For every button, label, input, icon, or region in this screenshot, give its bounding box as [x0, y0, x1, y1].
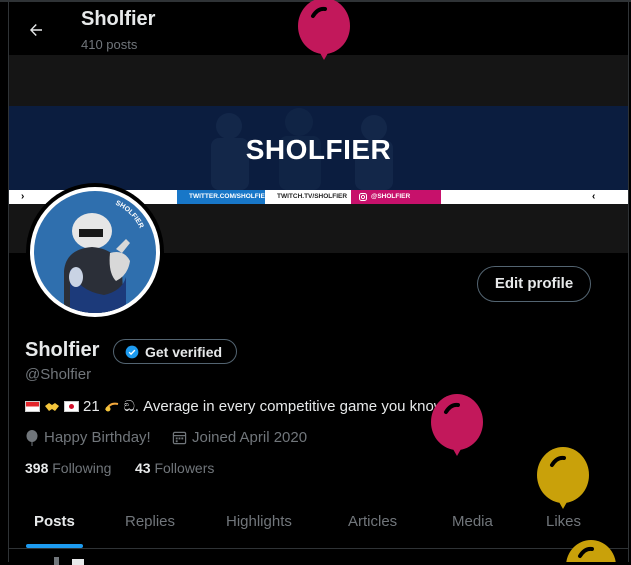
- birthday-balloon-icon: [537, 447, 589, 509]
- get-verified-button[interactable]: Get verified: [113, 339, 237, 364]
- banner-twitch-text: TWITCH.TV/SHOLFIER: [277, 193, 348, 200]
- followers-label: Followers: [154, 460, 215, 476]
- bio-age: 21: [83, 398, 100, 415]
- edit-profile-button[interactable]: Edit profile: [477, 266, 591, 302]
- handshake-icon: [45, 402, 59, 411]
- tab-media[interactable]: Media: [452, 513, 493, 530]
- following-label: Following: [52, 460, 112, 476]
- birthday-info: Happy Birthday!: [25, 429, 151, 446]
- birthday-balloon-icon: [431, 394, 483, 456]
- tab-posts[interactable]: Posts: [34, 513, 75, 530]
- verified-badge-icon: [125, 345, 139, 358]
- instagram-icon: [359, 193, 367, 201]
- following-count: 398: [25, 460, 49, 476]
- calendar-icon: [172, 431, 187, 445]
- avatar[interactable]: SHOLFIER: [26, 183, 164, 321]
- followers-link[interactable]: 43 Followers: [135, 460, 214, 476]
- japan-flag-icon: [64, 401, 79, 412]
- indonesia-flag-icon: [25, 401, 40, 412]
- banner-twitter: TWITTER.COM/SHOLFIER: [177, 190, 270, 204]
- followers-count: 43: [135, 460, 151, 476]
- dizzy-icon: [104, 402, 118, 411]
- birthday-text: Happy Birthday!: [44, 429, 151, 446]
- header-title: Sholfier: [81, 8, 156, 30]
- user-handle: @Sholfier: [25, 366, 92, 383]
- birthday-balloon-icon: [566, 540, 616, 562]
- tabs-divider: [9, 548, 628, 549]
- back-button[interactable]: [20, 14, 52, 46]
- profile-bio: 21 ඞ. Average in every competitive game …: [25, 398, 448, 415]
- back-arrow-icon: [30, 24, 42, 36]
- banner-instagram-text: @SHOLFIER: [371, 193, 411, 200]
- avatar-ring-text: SHOLFIER: [114, 200, 144, 230]
- joined-info: Joined April 2020: [172, 429, 307, 446]
- chevron-left-icon: ‹: [592, 191, 596, 202]
- post-preview-icon: [54, 557, 84, 565]
- joined-text: Joined April 2020: [192, 429, 308, 446]
- banner-title: SHOLFIER: [245, 134, 392, 165]
- tab-replies[interactable]: Replies: [125, 513, 175, 530]
- following-link[interactable]: 398 Following: [25, 460, 111, 476]
- tab-highlights[interactable]: Highlights: [226, 513, 292, 530]
- bio-text: ඞ. Average in every competitive game you…: [123, 398, 449, 415]
- tab-articles[interactable]: Articles: [348, 513, 397, 530]
- post-count: 410 posts: [81, 37, 138, 52]
- banner-instagram: @SHOLFIER: [351, 190, 441, 204]
- chevron-right-icon: ›: [21, 191, 25, 202]
- avatar-image: SHOLFIER: [34, 191, 156, 313]
- column-right-border: [628, 0, 629, 562]
- banner-twitch: TWITCH.TV/SHOLFIER: [265, 190, 351, 204]
- balloon-icon: [26, 429, 38, 446]
- banner-twitter-text: TWITTER.COM/SHOLFIER: [189, 193, 270, 200]
- display-name: Sholfier: [25, 339, 100, 361]
- birthday-balloon-icon: [298, 0, 350, 60]
- get-verified-label: Get verified: [145, 343, 223, 360]
